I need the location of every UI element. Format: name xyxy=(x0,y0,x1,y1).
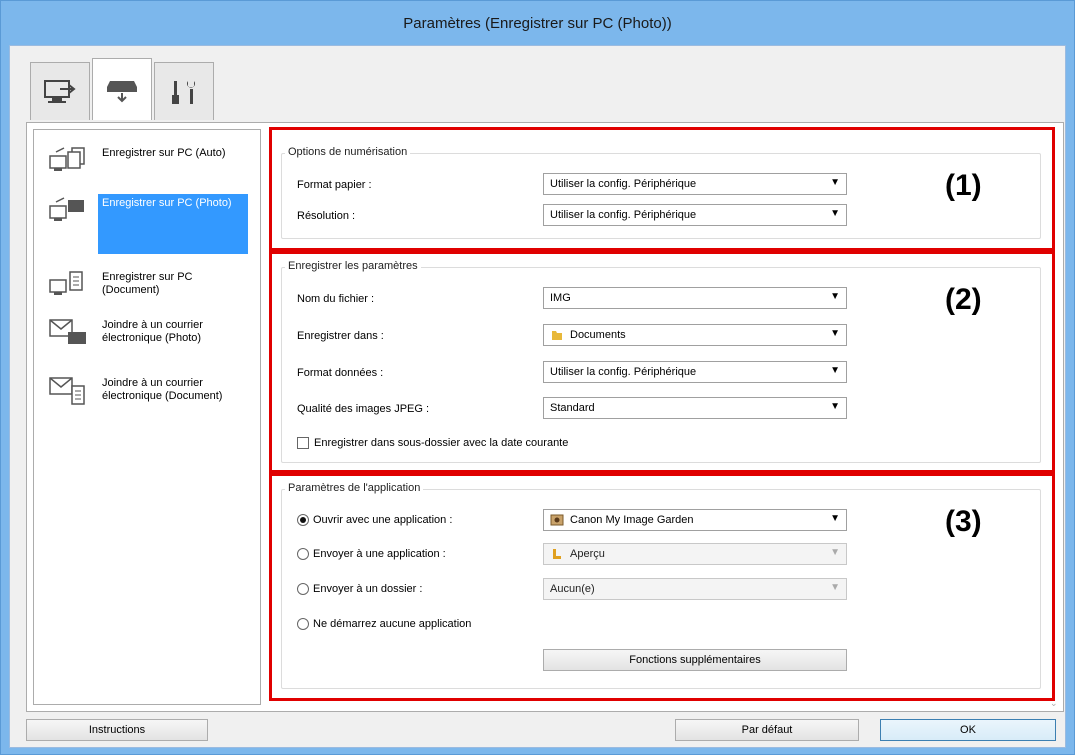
save-pc-document-icon xyxy=(49,271,83,295)
section-marker-3: (3) xyxy=(945,505,982,538)
resolution-select[interactable]: Utiliser la config. Périphérique ▼ xyxy=(543,204,847,226)
send-folder-row[interactable]: Envoyer à un dossier : xyxy=(297,583,422,595)
scan-type-list: Enregistrer sur PC (Auto) Enregistrer su… xyxy=(33,129,261,705)
paper-size-select[interactable]: Utiliser la config. Périphérique ▼ xyxy=(543,173,847,195)
chevron-down-icon: ▼ xyxy=(830,208,840,219)
folder-icon xyxy=(552,331,562,340)
save-in-value: Documents xyxy=(570,329,626,341)
window-client: Enregistrer sur PC (Auto) Enregistrer su… xyxy=(9,45,1066,748)
data-format-value: Utiliser la config. Périphérique xyxy=(550,366,697,378)
data-format-select[interactable]: Utiliser la config. Périphérique ▼ xyxy=(543,361,847,383)
resolution-value: Utiliser la config. Périphérique xyxy=(550,209,697,221)
send-app-label: Envoyer à une application : xyxy=(313,548,446,560)
jpeg-quality-label: Qualité des images JPEG : xyxy=(297,403,430,415)
scan-options-group xyxy=(281,153,1041,239)
chevron-down-icon: ▼ xyxy=(830,291,840,302)
open-app-select[interactable]: Canon My Image Garden ▼ xyxy=(543,509,847,531)
more-functions-button[interactable]: Fonctions supplémentaires xyxy=(543,649,847,671)
defaults-button[interactable]: Par défaut xyxy=(675,719,859,741)
scan-options-label: Options de numérisation xyxy=(285,146,411,158)
ok-button[interactable]: OK xyxy=(880,719,1056,741)
filename-value: IMG xyxy=(550,292,571,304)
chevron-down-icon: ▼ xyxy=(830,328,840,339)
chevron-down-icon: ▼ xyxy=(830,401,840,412)
save-pc-auto-icon xyxy=(49,147,85,171)
data-format-label: Format données : xyxy=(297,367,384,379)
tab-bar xyxy=(30,58,216,120)
tab-scan-from-computer[interactable] xyxy=(30,62,90,120)
send-folder-select[interactable]: Aucun(e) ▼ xyxy=(543,578,847,600)
settings-pane: Enregistrer sur PC (Auto) Enregistrer su… xyxy=(26,122,1064,712)
list-item-label: Joindre à un courrier électronique (Docu… xyxy=(102,377,223,402)
preview-app-icon xyxy=(553,549,561,559)
open-app-radio[interactable] xyxy=(297,514,309,526)
send-app-row[interactable]: Envoyer à une application : xyxy=(297,548,446,560)
list-item-email-photo[interactable]: Joindre à un courrier électronique (Phot… xyxy=(48,316,248,348)
list-item-save-pc-photo[interactable]: Enregistrer sur PC (Photo) xyxy=(48,194,248,254)
list-item-label: Enregistrer sur PC (Photo) xyxy=(98,194,248,254)
email-photo-icon xyxy=(49,319,86,344)
open-app-row[interactable]: Ouvrir avec une application : xyxy=(297,514,452,526)
open-app-value: Canon My Image Garden xyxy=(570,514,694,526)
tab-general-settings[interactable] xyxy=(154,62,214,120)
paper-size-value: Utiliser la config. Périphérique xyxy=(550,178,697,190)
no-app-radio[interactable] xyxy=(297,618,309,630)
send-app-value: Aperçu xyxy=(570,548,605,560)
scroll-down-icon[interactable]: ⌄ xyxy=(1050,698,1058,709)
filename-label: Nom du fichier : xyxy=(297,293,375,305)
no-app-label: Ne démarrez aucune application xyxy=(313,618,472,630)
app-settings-label: Paramètres de l'application xyxy=(285,482,424,494)
subfolder-checkbox[interactable] xyxy=(297,437,309,449)
settings-window: Paramètres (Enregistrer sur PC (Photo)) xyxy=(0,0,1075,755)
jpeg-quality-value: Standard xyxy=(550,402,595,414)
jpeg-quality-select[interactable]: Standard ▼ xyxy=(543,397,847,419)
save-in-label: Enregistrer dans : xyxy=(297,330,384,342)
chevron-down-icon: ▼ xyxy=(830,513,840,524)
send-folder-radio[interactable] xyxy=(297,583,309,595)
list-item-label: Joindre à un courrier électronique (Phot… xyxy=(102,319,203,344)
instructions-button[interactable]: Instructions xyxy=(26,719,208,741)
save-pc-photo-icon xyxy=(49,197,84,221)
save-settings-label: Enregistrer les paramètres xyxy=(285,260,421,272)
subfolder-label: Enregistrer dans sous-dossier avec la da… xyxy=(314,437,569,449)
settings-panel: Options de numérisation Format papier : … xyxy=(269,127,1059,709)
subfolder-row[interactable]: Enregistrer dans sous-dossier avec la da… xyxy=(297,437,568,449)
scan-from-computer-icon xyxy=(44,79,76,103)
save-in-select[interactable]: Documents ▼ xyxy=(543,324,847,346)
chevron-down-icon: ▼ xyxy=(830,547,840,558)
send-app-radio[interactable] xyxy=(297,548,309,560)
general-settings-icon xyxy=(172,80,195,104)
list-item-save-pc-auto[interactable]: Enregistrer sur PC (Auto) xyxy=(48,144,248,176)
no-app-row[interactable]: Ne démarrez aucune application xyxy=(297,618,471,630)
list-item-label: Enregistrer sur PC (Document) xyxy=(102,271,193,296)
send-folder-value: Aucun(e) xyxy=(550,583,595,595)
send-app-select[interactable]: Aperçu ▼ xyxy=(543,543,847,565)
section-marker-2: (2) xyxy=(945,283,982,316)
vertical-scrollbar[interactable]: ⌄ xyxy=(1049,127,1061,709)
filename-combo[interactable]: IMG ▼ xyxy=(543,287,847,309)
section-marker-1: (1) xyxy=(945,169,982,202)
tab-scan-from-operation-panel[interactable] xyxy=(92,58,152,120)
list-item-save-pc-document[interactable]: Enregistrer sur PC (Document) xyxy=(48,268,248,300)
open-app-label: Ouvrir avec une application : xyxy=(313,514,453,526)
image-garden-icon xyxy=(550,514,564,526)
window-title: Paramètres (Enregistrer sur PC (Photo)) xyxy=(1,1,1074,45)
resolution-label: Résolution : xyxy=(297,210,356,222)
list-item-email-document[interactable]: Joindre à un courrier électronique (Docu… xyxy=(48,374,248,406)
chevron-down-icon: ▼ xyxy=(830,177,840,188)
send-folder-label: Envoyer à un dossier : xyxy=(313,583,423,595)
paper-size-label: Format papier : xyxy=(297,179,372,191)
list-item-label: Enregistrer sur PC (Auto) xyxy=(102,147,226,159)
chevron-down-icon: ▼ xyxy=(830,365,840,376)
scan-from-operation-panel-icon xyxy=(107,80,137,102)
email-document-icon xyxy=(49,377,85,405)
chevron-down-icon: ▼ xyxy=(830,582,840,593)
